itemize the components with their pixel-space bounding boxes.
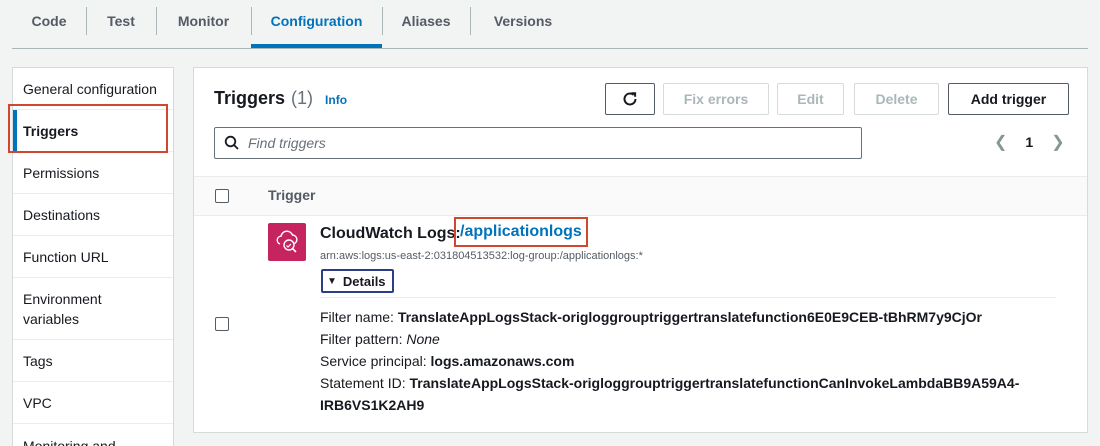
filter-name-value: TranslateAppLogsStack-origloggrouptrigge… bbox=[397, 309, 983, 325]
statement-id-value-continued: IRB6VS1K2AH9 bbox=[320, 397, 425, 413]
filter-pattern-label: Filter pattern: bbox=[320, 331, 403, 347]
table-header: Trigger bbox=[194, 176, 1087, 216]
nav-item-destinations[interactable]: Destinations bbox=[13, 194, 173, 236]
select-all-checkbox[interactable] bbox=[215, 189, 229, 203]
cloudwatch-logs-icon bbox=[268, 223, 306, 261]
tab-bar: Code Test Monitor Configuration Aliases … bbox=[12, 0, 1088, 49]
tab-versions[interactable]: Versions bbox=[470, 0, 576, 42]
nav-item-environment-variables[interactable]: Environment variables bbox=[13, 278, 173, 340]
config-side-nav: General configuration Triggers Permissio… bbox=[12, 67, 174, 446]
chevron-left-icon[interactable]: ❮ bbox=[994, 132, 1007, 152]
chevron-right-icon[interactable]: ❯ bbox=[1051, 132, 1064, 152]
tab-code[interactable]: Code bbox=[12, 0, 86, 42]
caret-down-icon: ▼ bbox=[327, 275, 337, 287]
tab-monitor[interactable]: Monitor bbox=[156, 0, 251, 42]
tab-configuration[interactable]: Configuration bbox=[251, 0, 382, 48]
nav-item-permissions[interactable]: Permissions bbox=[13, 152, 173, 194]
filter-name-row: Filter name: TranslateAppLogsStack-origl… bbox=[320, 307, 982, 327]
statement-id-label: Statement ID: bbox=[320, 375, 406, 391]
panel-header: Triggers (1) Info bbox=[214, 88, 347, 109]
trigger-arn: arn:aws:logs:us-east-2:031804513532:log-… bbox=[320, 250, 643, 262]
nav-item-monitoring[interactable]: Monitoring and bbox=[13, 424, 173, 446]
details-label: Details bbox=[342, 273, 386, 289]
nav-item-general-configuration[interactable]: General configuration bbox=[13, 68, 173, 110]
refresh-button[interactable] bbox=[605, 83, 655, 115]
statement-id-row: Statement ID: TranslateAppLogsStack-orig… bbox=[320, 373, 1019, 393]
delete-button[interactable]: Delete bbox=[854, 83, 939, 115]
edit-button[interactable]: Edit bbox=[777, 83, 844, 115]
fix-errors-button[interactable]: Fix errors bbox=[663, 83, 769, 115]
nav-item-triggers[interactable]: Triggers bbox=[13, 110, 173, 152]
search-placeholder: Find triggers bbox=[248, 135, 326, 151]
divider bbox=[320, 297, 1056, 298]
page-title: Triggers bbox=[214, 88, 286, 108]
nav-item-tags[interactable]: Tags bbox=[13, 340, 173, 382]
tab-test[interactable]: Test bbox=[86, 0, 156, 42]
triggers-panel: Triggers (1) Info Fix errors Edit Delete… bbox=[193, 67, 1088, 433]
nav-item-vpc[interactable]: VPC bbox=[13, 382, 173, 424]
service-principal-row: Service principal: logs.amazonaws.com bbox=[320, 351, 574, 371]
service-principal-value: logs.amazonaws.com bbox=[430, 353, 575, 369]
search-icon bbox=[224, 135, 239, 150]
filter-pattern-row: Filter pattern: None bbox=[320, 329, 440, 349]
statement-id-continued: IRB6VS1K2AH9 bbox=[320, 395, 424, 415]
page-number[interactable]: 1 bbox=[1025, 134, 1033, 150]
nav-item-function-url[interactable]: Function URL bbox=[13, 236, 173, 278]
row-checkbox[interactable] bbox=[215, 317, 229, 331]
find-triggers-input[interactable]: Find triggers bbox=[214, 127, 862, 159]
tab-aliases[interactable]: Aliases bbox=[382, 0, 470, 42]
trigger-service-label: CloudWatch Logs: bbox=[320, 225, 461, 242]
pagination: ❮ 1 ❯ bbox=[994, 132, 1065, 152]
service-principal-label: Service principal: bbox=[320, 353, 427, 369]
info-link[interactable]: Info bbox=[325, 93, 347, 107]
filter-name-label: Filter name: bbox=[320, 309, 394, 325]
log-group-link[interactable]: /applicationlogs bbox=[454, 217, 588, 247]
details-toggle[interactable]: ▼ Details bbox=[321, 269, 394, 293]
add-trigger-button[interactable]: Add trigger bbox=[948, 83, 1069, 115]
filter-pattern-value: None bbox=[406, 331, 440, 347]
trigger-count: (1) bbox=[291, 88, 314, 108]
column-header-trigger: Trigger bbox=[268, 187, 316, 203]
statement-id-value: TranslateAppLogsStack-origloggrouptrigge… bbox=[409, 375, 1020, 391]
refresh-icon bbox=[623, 92, 637, 106]
